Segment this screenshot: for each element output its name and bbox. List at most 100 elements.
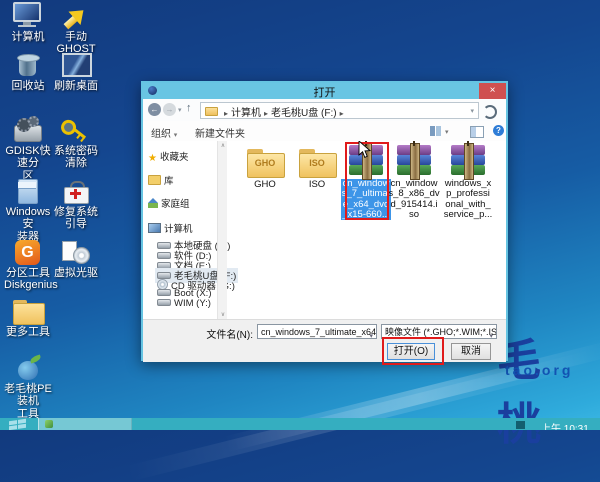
archive-icon xyxy=(451,145,485,176)
computer-icon xyxy=(10,2,46,30)
scroll-down-icon[interactable]: ∨ xyxy=(219,311,227,318)
up-button[interactable]: ↑ xyxy=(186,102,192,114)
gdisk-icon xyxy=(10,116,46,144)
dialog-content: ★收藏夹 库 家庭组 计算机 本地硬盘 (C:) 软件 (D:) 文档 (E:)… xyxy=(143,141,506,319)
dialog-navbar: ← → ▾ ↑ ▸计算机▸老毛桃U盘 (F:)▸ ▾ xyxy=(143,99,506,121)
close-button[interactable]: × xyxy=(479,83,506,99)
drive-icon xyxy=(157,289,171,296)
refresh-desktop-icon xyxy=(58,51,94,79)
computer-icon xyxy=(148,223,161,233)
start-button[interactable] xyxy=(9,419,26,430)
folder-icon xyxy=(10,297,46,325)
taskbar: 上午 10:31 xyxy=(0,418,600,430)
desktop-icon-windows-installer[interactable]: Windows安 装器 xyxy=(4,177,52,243)
history-caret-icon[interactable]: ▾ xyxy=(178,106,182,114)
folder-icon xyxy=(205,107,218,116)
breadcrumb-computer[interactable]: 计算机 xyxy=(231,108,261,119)
filename-combobox[interactable]: cn_windows_7_ultimate_x64_dv▾ xyxy=(257,324,377,339)
peach-icon xyxy=(10,354,46,382)
caret-down-icon: ▾ xyxy=(489,329,493,339)
filename-label: 文件名(N): xyxy=(151,326,253,341)
windows-installer-icon xyxy=(10,177,46,205)
repair-toolbox-icon xyxy=(58,177,94,205)
breadcrumb-usb-drive[interactable]: 老毛桃U盘 (F:) xyxy=(271,108,337,119)
star-icon: ★ xyxy=(148,153,157,164)
file-item-win8-iso[interactable]: cn_window s_8_x86_dv d_915414.i so xyxy=(388,145,440,220)
sidebar-scrollbar[interactable]: ∧ ∨ xyxy=(217,141,227,319)
archive-icon xyxy=(397,145,431,176)
desktop-icon-manual-ghost[interactable]: 手动GHOST xyxy=(52,2,100,56)
back-button[interactable]: ← xyxy=(148,103,161,116)
diskgenius-icon: G xyxy=(10,238,46,266)
key-icon xyxy=(58,116,94,144)
view-mode-icon[interactable] xyxy=(430,126,441,136)
ghost-arrow-icon xyxy=(58,2,94,30)
caret-down-icon: ▾ xyxy=(174,132,178,139)
scroll-up-icon[interactable]: ∧ xyxy=(219,142,227,149)
taskbar-clock[interactable]: 上午 10:31 xyxy=(541,420,589,430)
forward-button[interactable]: → xyxy=(163,103,176,116)
file-item-gho-folder[interactable]: GHO GHO xyxy=(239,149,291,190)
file-label: ISO xyxy=(291,180,343,190)
desktop-icon-computer[interactable]: 计算机 xyxy=(4,2,52,43)
dialog-titlebar[interactable]: 打开 × xyxy=(143,83,506,99)
sidebar-item-computer[interactable]: 计算机 xyxy=(148,221,193,235)
taskbar-app-button[interactable] xyxy=(38,418,132,430)
preview-pane-icon[interactable] xyxy=(470,126,484,138)
dialog-toolbar: 组织 ▾ 新建文件夹 ▾ ? xyxy=(143,121,506,142)
desktop-icon-label: 老毛桃PE装机 工具 xyxy=(4,383,52,420)
places-sidebar: ★收藏夹 库 家庭组 计算机 本地硬盘 (C:) 软件 (D:) 文档 (E:)… xyxy=(143,141,217,319)
desktop-icon-label: 分区工具 Diskgenius xyxy=(4,267,52,292)
desktop-icon-laomaotao-pe[interactable]: 老毛桃PE装机 工具 xyxy=(4,354,52,420)
desktop-icon-label: 回收站 xyxy=(4,80,52,92)
sidebar-item-favorites[interactable]: ★收藏夹 xyxy=(148,149,188,164)
mouse-cursor xyxy=(358,141,371,164)
file-label: GHO xyxy=(239,180,291,190)
sidebar-item-homegroup[interactable]: 家庭组 xyxy=(148,196,190,210)
sidebar-item-drive-y-wim[interactable]: WIM (Y:) xyxy=(157,298,211,309)
desktop-icon-recycle-bin[interactable]: 回收站 xyxy=(4,51,52,92)
desktop-icon-refresh-desktop[interactable]: 刷新桌面 xyxy=(52,51,100,92)
desktop-icon-repair-boot[interactable]: 修复系统引导 xyxy=(52,177,100,231)
desktop-icon-virtual-drive[interactable]: 虚拟光驱 xyxy=(52,238,100,279)
file-label: windows_x p_professi onal_with_ service_… xyxy=(442,179,494,220)
homegroup-icon xyxy=(148,199,158,208)
desktop-icon-label: 更多工具 xyxy=(4,326,52,338)
folder-icon: ISO xyxy=(298,149,336,177)
crumb-sep-icon: ▸ xyxy=(337,109,347,118)
annotation-open-button xyxy=(382,337,444,365)
sidebar-item-libraries[interactable]: 库 xyxy=(148,173,174,187)
view-caret-icon[interactable]: ▾ xyxy=(445,128,449,136)
address-caret-icon[interactable]: ▾ xyxy=(470,107,474,115)
virtual-drive-icon xyxy=(58,238,94,266)
address-bar[interactable]: ▸计算机▸老毛桃U盘 (F:)▸ ▾ xyxy=(200,102,479,119)
desktop-icon-label: 修复系统引导 xyxy=(52,206,100,231)
crumb-sep-icon: ▸ xyxy=(261,109,271,118)
file-label: cn_window s_8_x86_dv d_915414.i so xyxy=(388,179,440,220)
folder-icon: GHO xyxy=(246,149,284,177)
breadcrumb: ▸计算机▸老毛桃U盘 (F:)▸ xyxy=(221,104,347,119)
refresh-icon[interactable] xyxy=(483,105,497,119)
dialog-title: 打开 xyxy=(143,84,506,100)
desktop-icon-label: 虚拟光驱 xyxy=(52,267,100,279)
desktop-icon-password-clear[interactable]: 系统密码清除 xyxy=(52,116,100,170)
tray-icon[interactable] xyxy=(516,421,525,429)
help-icon[interactable]: ? xyxy=(493,125,504,136)
file-item-winxp-iso[interactable]: windows_x p_professi onal_with_ service_… xyxy=(442,145,494,220)
caret-down-icon: ▾ xyxy=(369,329,373,339)
cancel-button[interactable]: 取消 xyxy=(451,343,491,360)
desktop-icon-label: 计算机 xyxy=(4,31,52,43)
open-dialog: 打开 × ← → ▾ ↑ ▸计算机▸老毛桃U盘 (F:)▸ ▾ 组织 ▾ 新建文… xyxy=(141,81,508,361)
desktop-icon-more-tools[interactable]: 更多工具 xyxy=(4,297,52,338)
dialog-footer: 文件名(N): cn_windows_7_ultimate_x64_dv▾ 映像… xyxy=(143,319,506,362)
file-item-iso-folder[interactable]: ISO ISO xyxy=(291,149,343,190)
organize-menu[interactable]: 组织 ▾ xyxy=(151,125,177,140)
watermark-url: tao.org xyxy=(505,362,573,378)
desktop-icon-label: 刷新桌面 xyxy=(52,80,100,92)
recycle-bin-icon xyxy=(10,51,46,79)
crumb-sep-icon: ▸ xyxy=(221,109,231,118)
new-folder-button[interactable]: 新建文件夹 xyxy=(195,125,245,140)
desktop-icon-gdisk[interactable]: GDISK快速分 区 xyxy=(4,116,52,182)
desktop-icon-diskgenius[interactable]: G 分区工具 Diskgenius xyxy=(4,238,52,292)
drive-icon xyxy=(157,299,171,306)
